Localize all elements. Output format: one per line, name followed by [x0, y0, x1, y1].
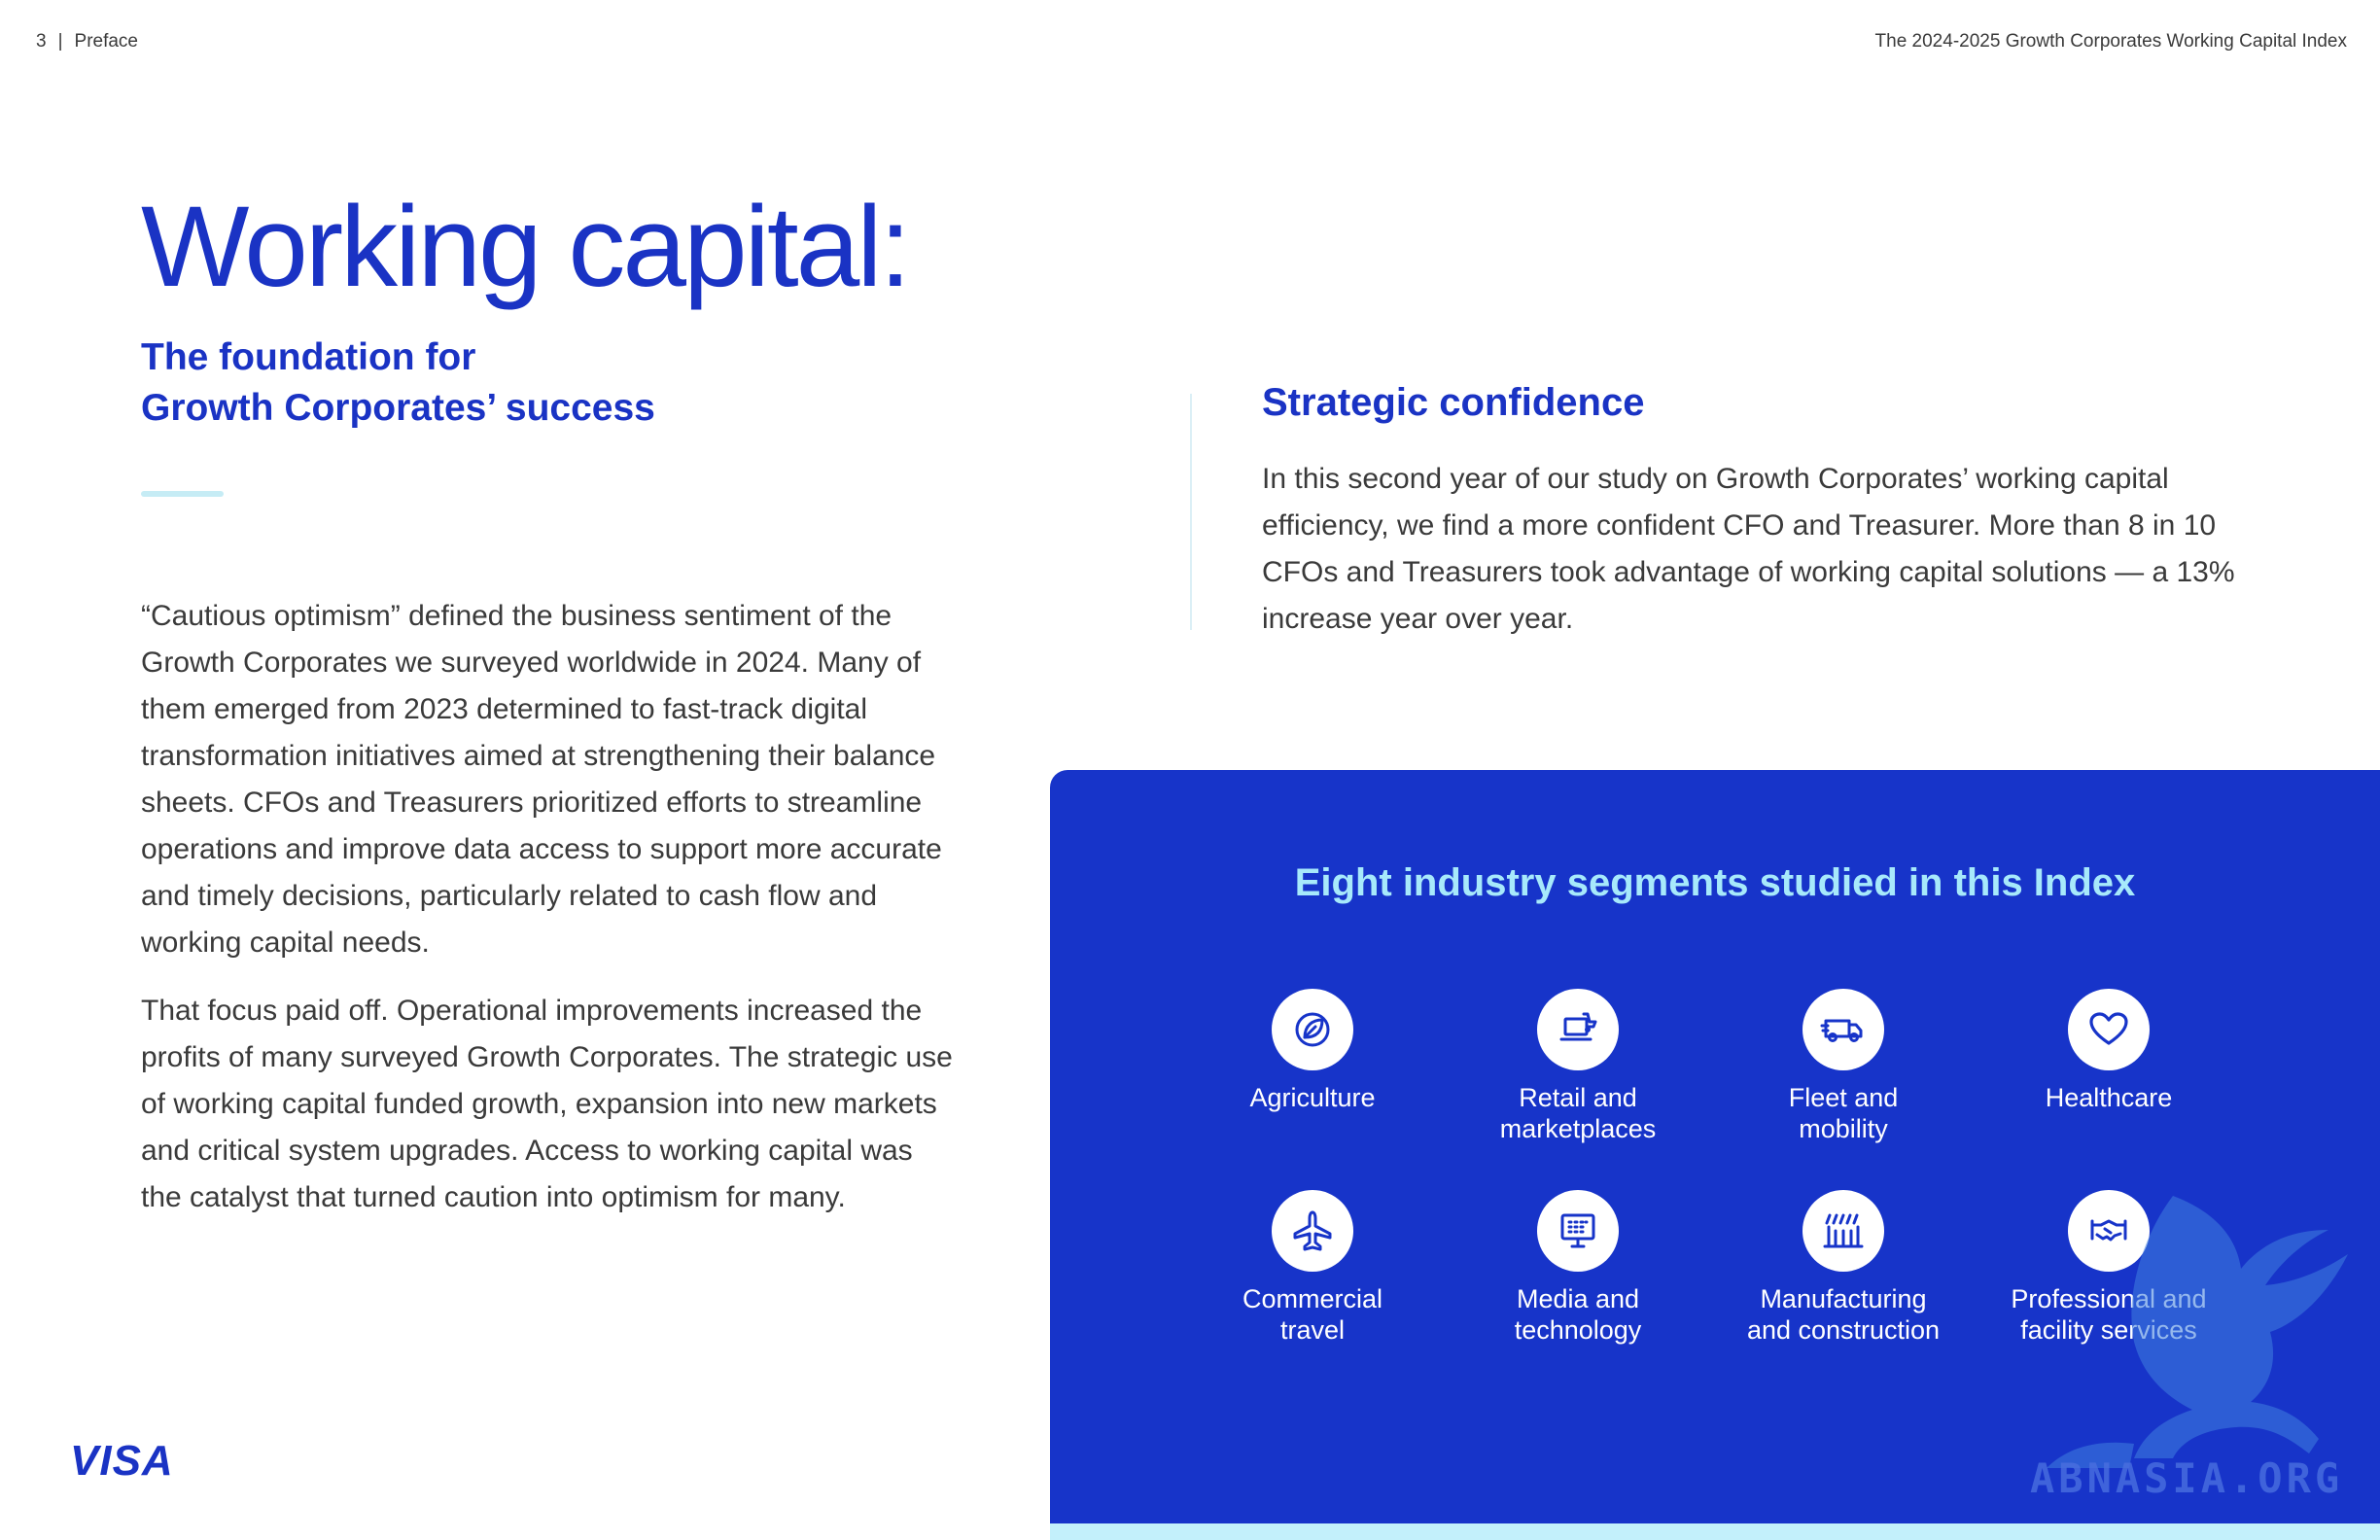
segment-label: Healthcare	[2045, 1083, 2173, 1112]
segment-healthcare: Healthcare	[1982, 989, 2235, 1113]
airplane-icon	[1272, 1190, 1353, 1272]
page-number: 3	[36, 31, 47, 52]
segment-agriculture: Agriculture	[1186, 989, 1439, 1113]
accent-divider	[141, 491, 224, 497]
header-separator: |	[57, 31, 63, 52]
segment-label: Agriculture	[1249, 1083, 1376, 1112]
running-title: The 2024-2025 Growth Corporates Working …	[1874, 31, 2347, 52]
factory-icon	[1802, 1190, 1884, 1272]
watermark-text: ABNASIA.ORG	[2030, 1454, 2344, 1502]
section-name: Preface	[74, 31, 138, 52]
page-title: Working capital:	[141, 183, 911, 311]
visa-logo: VISA	[70, 1437, 174, 1485]
column-divider	[1190, 394, 1192, 630]
page-subtitle: The foundation for Growth Corporates’ su…	[141, 332, 880, 434]
body-text: “Cautious optimism” defined the business…	[141, 593, 958, 1242]
strategic-confidence-heading: Strategic confidence	[1262, 381, 1645, 424]
strategic-confidence-text: In this second year of our study on Grow…	[1262, 463, 2235, 635]
segments-title: Eight industry segments studied in this …	[1294, 861, 2136, 904]
segment-fleet: Fleet and mobility	[1717, 989, 1970, 1144]
monitor-icon	[1537, 1190, 1619, 1272]
segment-label: Commercial travel	[1242, 1284, 1383, 1345]
segment-travel: Commercial travel	[1186, 1190, 1439, 1346]
segment-label: Fleet and mobility	[1788, 1083, 1899, 1143]
segment-retail: Retail and marketplaces	[1452, 989, 1704, 1144]
page-header-left: 3 | Preface	[36, 31, 138, 52]
body-paragraph-2: That focus paid off. Operational improve…	[141, 995, 953, 1213]
segment-label: Media and technology	[1514, 1284, 1642, 1345]
segment-label: Retail and marketplaces	[1499, 1083, 1657, 1143]
panel-bottom-strip	[1050, 1523, 2380, 1540]
segment-media: Media and technology	[1452, 1190, 1704, 1346]
heart-icon	[2068, 989, 2150, 1070]
subtitle-line-1: The foundation for	[141, 336, 476, 378]
van-icon	[1802, 989, 1884, 1070]
segment-label: Manufacturing and construction	[1746, 1284, 1941, 1345]
griffin-watermark-icon	[2047, 1196, 2348, 1468]
body-paragraph-1: “Cautious optimism” defined the business…	[141, 600, 942, 959]
laptop-cart-icon	[1537, 989, 1619, 1070]
leaf-icon	[1272, 989, 1353, 1070]
segment-manufacturing: Manufacturing and construction	[1717, 1190, 1970, 1346]
subtitle-line-2: Growth Corporates’ success	[141, 387, 655, 429]
